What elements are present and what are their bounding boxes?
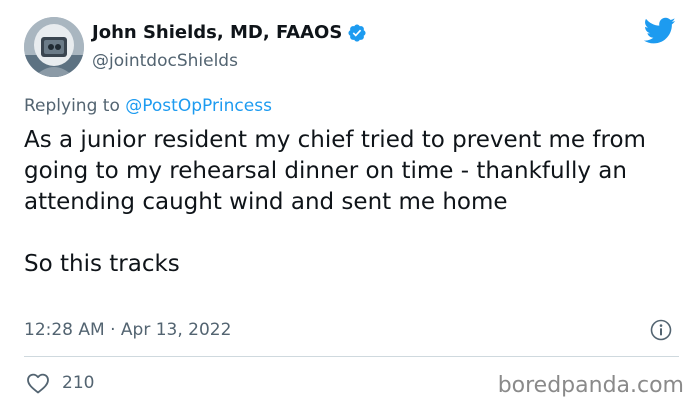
tweet-timestamp[interactable]: 12:28 AM · Apr 13, 2022 [24, 320, 231, 340]
reply-context: Replying to @PostOpPrincess [24, 96, 272, 116]
like-button[interactable]: 210 [26, 372, 94, 394]
author-display-name[interactable]: John Shields, MD, FAAOS [92, 22, 342, 43]
watermark: boredpanda.com [497, 373, 684, 398]
heart-icon[interactable] [26, 372, 50, 394]
author-handle[interactable]: @jointdocShields [92, 51, 238, 71]
reply-target-link[interactable]: @PostOpPrincess [125, 96, 272, 116]
avatar[interactable] [24, 17, 84, 77]
verified-badge-icon [347, 23, 367, 43]
divider [24, 356, 679, 357]
tweet-text: As a junior resident my chief tried to p… [24, 125, 674, 280]
tweet-paragraph-2: So this tracks [24, 251, 180, 277]
avatar-image [24, 17, 84, 77]
twitter-bird-icon[interactable] [643, 17, 676, 45]
author-name-row[interactable]: John Shields, MD, FAAOS [92, 22, 367, 43]
like-count: 210 [62, 373, 95, 393]
reply-prefix: Replying to [24, 96, 126, 116]
info-icon[interactable] [650, 319, 672, 341]
tweet-paragraph-1: As a junior resident my chief tried to p… [24, 127, 646, 215]
